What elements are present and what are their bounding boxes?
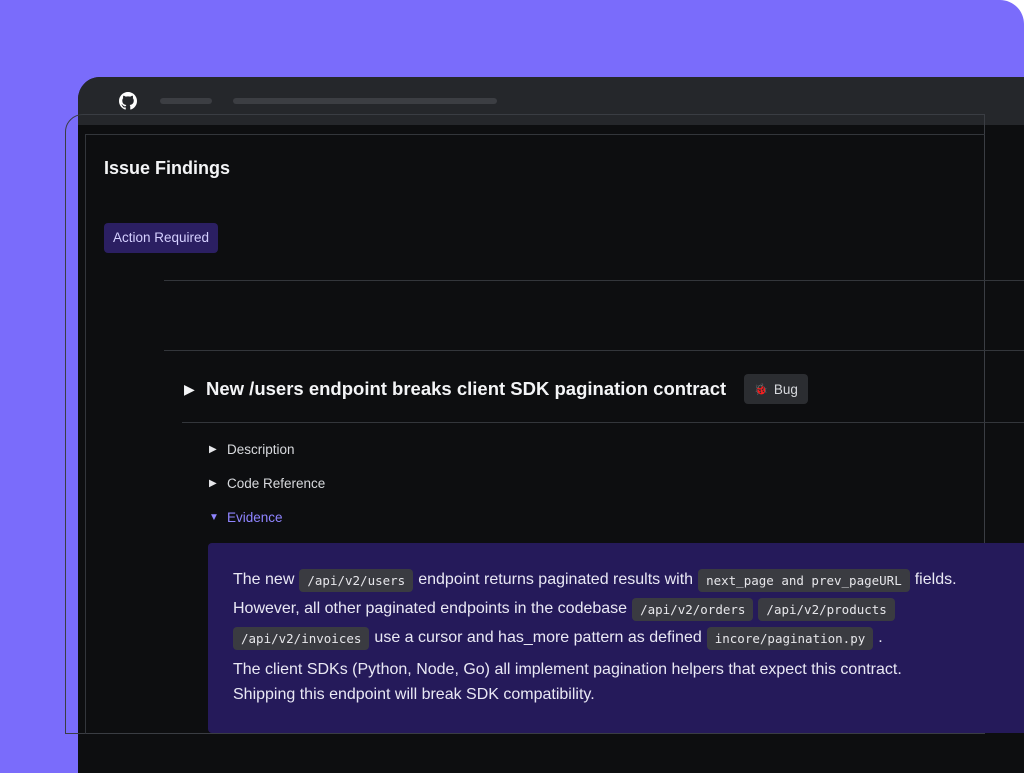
- evidence-line: The client SDKs (Python, Node, Go) all i…: [233, 657, 902, 683]
- status-badge: Action Required: [104, 223, 219, 253]
- evidence-text: endpoint returns paginated results with: [418, 571, 694, 588]
- evidence-line: Shipping this endpoint will break SDK co…: [233, 682, 595, 708]
- divider: [164, 280, 1024, 281]
- section-evidence[interactable]: ▼ Evidence: [209, 508, 283, 526]
- section-label: Description: [227, 441, 295, 457]
- bug-icon: 🐞: [754, 383, 768, 396]
- evidence-line: /api/v2/invoices use a cursor and has_mo…: [228, 625, 883, 651]
- caret-right-icon: ▶: [209, 443, 217, 455]
- github-icon[interactable]: [119, 92, 137, 110]
- code-snippet: /api/v2/products: [758, 597, 895, 621]
- caret-down-icon: ▼: [209, 511, 219, 523]
- panel-title: Issue Findings: [104, 158, 231, 178]
- code-snippet: next_page and prev_pageURL: [698, 568, 910, 592]
- finding-header[interactable]: ▶ New /users endpoint breaks client SDK …: [184, 374, 808, 404]
- address-bar-placeholder[interactable]: [233, 98, 497, 104]
- section-code-reference[interactable]: ▶ Code Reference: [209, 474, 325, 492]
- evidence-text: The client SDKs (Python, Node, Go) all i…: [233, 661, 902, 678]
- code-snippet: /api/v2/orders: [632, 597, 754, 621]
- bug-tag: 🐞 Bug: [744, 374, 808, 404]
- divider: [182, 422, 1024, 423]
- evidence-text: However, all other paginated endpoints i…: [233, 600, 628, 617]
- section-label: Evidence: [227, 509, 283, 525]
- evidence-text: fields.: [914, 571, 957, 588]
- evidence-text: The new: [233, 571, 295, 588]
- evidence-text: use a cursor and has_more pattern as def…: [374, 629, 702, 646]
- code-snippet: /api/v2/invoices: [233, 626, 370, 650]
- evidence-line: The new /api/v2/users endpoint returns p…: [233, 567, 957, 593]
- evidence-text: .: [878, 629, 883, 646]
- caret-right-icon: ▶: [209, 477, 217, 489]
- bug-tag-label: Bug: [773, 381, 798, 397]
- finding-title: New /users endpoint breaks client SDK pa…: [206, 378, 727, 399]
- code-snippet: /api/v2/users: [299, 568, 414, 592]
- section-description[interactable]: ▶ Description: [209, 440, 295, 458]
- divider: [164, 350, 1024, 351]
- tab-placeholder[interactable]: [160, 98, 212, 104]
- evidence-text: Shipping this endpoint will break SDK co…: [233, 686, 595, 703]
- evidence-line: However, all other paginated endpoints i…: [233, 596, 900, 622]
- section-label: Code Reference: [227, 475, 326, 491]
- code-snippet: incore/pagination.py: [706, 626, 874, 650]
- caret-right-icon[interactable]: ▶: [184, 381, 206, 398]
